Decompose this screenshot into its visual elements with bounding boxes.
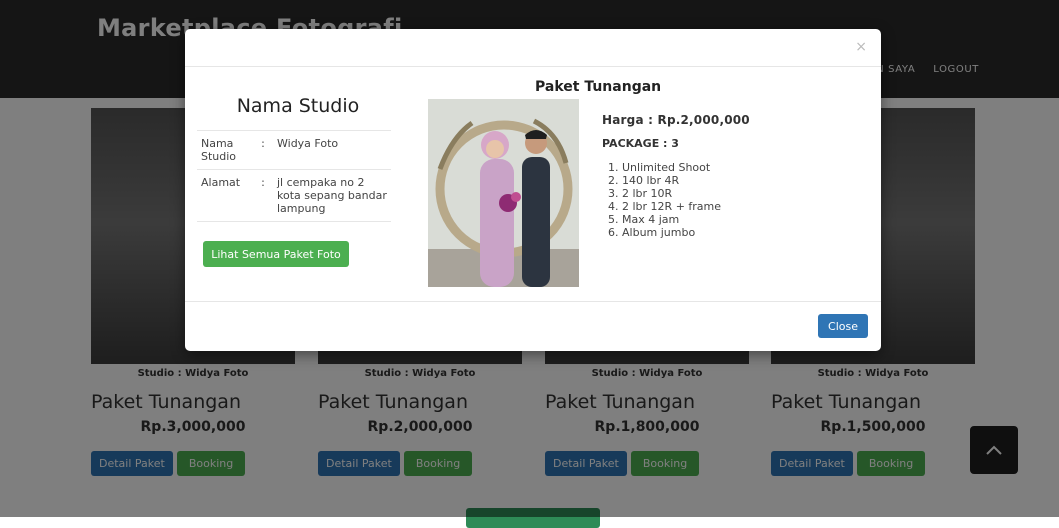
package-title: Paket Tunangan: [535, 79, 662, 95]
list-item: 2 lbr 12R + frame: [622, 200, 721, 213]
studio-name-value: Widya Foto: [273, 130, 391, 170]
list-item: Album jumbo: [622, 226, 721, 239]
studio-address-row: Alamat : jl cempaka no 2 kota sepang ban…: [197, 169, 391, 222]
studio-name-label: Nama Studio: [197, 130, 253, 170]
studio-section-title: Nama Studio: [236, 95, 360, 117]
studio-address-value: jl cempaka no 2 kota sepang bandar lampu…: [273, 169, 391, 222]
studio-info-table: Nama Studio : Widya Foto Alamat : jl cem…: [197, 130, 391, 222]
close-button[interactable]: Close: [818, 314, 868, 338]
package-number: PACKAGE : 3: [602, 137, 679, 150]
studio-address-label: Alamat: [197, 169, 253, 222]
modal-close-x-button[interactable]: ×: [855, 39, 867, 55]
list-item: 140 lbr 4R: [622, 174, 721, 187]
list-item: 2 lbr 10R: [622, 187, 721, 200]
list-item: Max 4 jam: [622, 213, 721, 226]
package-price: Harga : Rp.2,000,000: [602, 113, 750, 127]
package-items-list: Unlimited Shoot 140 lbr 4R 2 lbr 10R 2 l…: [606, 161, 721, 239]
modal-header-divider: [185, 66, 881, 67]
modal-footer-divider: [185, 301, 881, 302]
all-packages-button[interactable]: Lihat Semua Paket Foto: [203, 241, 349, 267]
studio-name-row: Nama Studio : Widya Foto: [197, 130, 391, 170]
package-photo: [428, 99, 579, 287]
separator: :: [253, 169, 273, 222]
package-detail-modal: × Nama Studio Nama Studio : Widya Foto A…: [185, 29, 881, 351]
page: Marketplace Fotografi N SAYA LOGOUT Stud…: [0, 0, 1059, 528]
separator: :: [253, 130, 273, 170]
list-item: Unlimited Shoot: [622, 161, 721, 174]
